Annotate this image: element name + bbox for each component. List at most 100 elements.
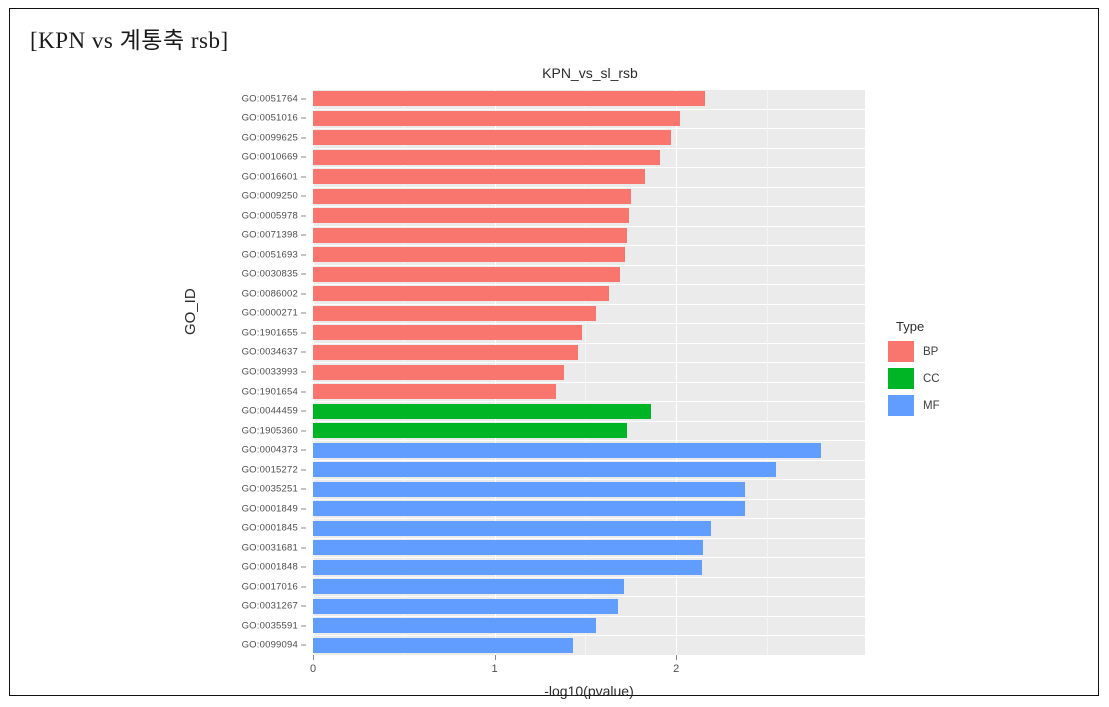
gridline-horizontal (313, 186, 865, 188)
bar (313, 208, 629, 224)
x-axis-tick-mark (494, 655, 496, 660)
y-axis-tick-mark (301, 293, 306, 295)
bar (313, 130, 671, 146)
y-axis-tick-label: GO:0030835 (241, 268, 298, 280)
legend-entries: BP CC MF (888, 341, 1008, 416)
y-axis-tick-label: GO:0051693 (241, 249, 298, 261)
y-axis-tick-mark (301, 234, 306, 236)
figure-box: [KPN vs 계통축 rsb] KPN_vs_sl_rsb GO_ID GO:… (9, 8, 1099, 699)
bar (313, 169, 646, 185)
gridline-horizontal (313, 128, 865, 130)
y-axis-tick-label: GO:1901655 (241, 327, 298, 339)
bar (313, 384, 557, 400)
bar (313, 188, 631, 204)
legend: Type BP CC MF (888, 319, 1008, 422)
y-axis-tick-label: GO:0033993 (241, 366, 298, 378)
legend-label: CC (923, 372, 940, 385)
y-axis-tick-mark (301, 527, 306, 529)
chart-panel (313, 89, 865, 655)
gridline-horizontal (313, 303, 865, 305)
gridline-horizontal (313, 381, 865, 383)
y-axis-tick-mark (301, 215, 306, 217)
bar (313, 266, 620, 282)
gridline-horizontal (313, 342, 865, 344)
x-axis-tick-labels: 0 1 2 (310, 655, 865, 685)
y-axis-tick-mark (301, 625, 306, 627)
y-axis-tick-mark (301, 156, 306, 158)
y-axis-tick-mark (301, 312, 306, 314)
y-axis-tick-label: GO:1905360 (241, 425, 298, 437)
gridline-horizontal (313, 108, 865, 110)
gridline-horizontal (313, 147, 865, 149)
y-axis-tick-mark (301, 410, 306, 412)
legend-color-swatch (888, 395, 914, 416)
y-axis-tick-mark (301, 430, 306, 432)
y-axis-tick-mark (301, 566, 306, 568)
y-axis-tick-label: GO:0009250 (241, 190, 298, 202)
bar (313, 364, 564, 380)
y-axis-tick-mark (301, 488, 306, 490)
x-axis-tick-label: 2 (673, 663, 680, 675)
y-axis-tick-mark (301, 351, 306, 353)
gridline-horizontal (313, 440, 865, 442)
gridline-horizontal (313, 420, 865, 422)
bar (313, 247, 626, 263)
bar (313, 286, 609, 302)
y-axis-tick-label: GO:1901654 (241, 386, 298, 398)
gridline-horizontal (313, 596, 865, 598)
gridline-horizontal (313, 323, 865, 325)
chart-title: KPN_vs_sl_rsb (542, 65, 638, 81)
gridline-horizontal (313, 264, 865, 266)
legend-entry: CC (888, 368, 1008, 389)
gridline-horizontal (313, 284, 865, 286)
y-axis-tick-label: GO:0099625 (241, 132, 298, 144)
gridline-horizontal (313, 635, 865, 637)
y-axis-tick-mark (301, 605, 306, 607)
bar (313, 423, 628, 439)
gridline-horizontal (313, 557, 865, 559)
bar (313, 149, 660, 165)
gridline-horizontal (313, 576, 865, 578)
legend-title: Type (896, 319, 925, 334)
y-axis-tick-mark (301, 98, 306, 100)
y-axis-tick-label: GO:0000271 (241, 307, 298, 319)
plot-area: KPN_vs_sl_rsb GO_ID GO:0051764 GO:0051016… (170, 57, 1030, 699)
bar (313, 520, 711, 536)
y-axis-tick-label: GO:0005978 (241, 210, 298, 222)
gridline-horizontal (313, 89, 865, 90)
y-axis-tick-mark (301, 137, 306, 139)
x-axis-tick-mark (313, 655, 314, 660)
y-axis-tick-label: GO:0031681 (241, 542, 298, 554)
legend-color-swatch (888, 368, 914, 389)
y-axis-tick-mark (301, 449, 306, 451)
bar (313, 618, 597, 634)
bar (313, 227, 628, 243)
y-axis-tick-mark (301, 176, 306, 178)
bar (313, 598, 619, 614)
gridline-horizontal (313, 498, 865, 500)
gridline-horizontal (313, 459, 865, 461)
bar (313, 559, 702, 575)
y-axis-tick-label: GO:0099094 (241, 639, 298, 651)
bar (313, 91, 706, 107)
bar (313, 442, 822, 458)
bar (313, 305, 597, 321)
y-axis-tick-mark (301, 332, 306, 334)
x-axis-title: -log10(pvalue) (544, 683, 634, 699)
gridline-horizontal (313, 518, 865, 520)
y-axis-tick-label: GO:0001848 (241, 561, 298, 573)
legend-entry: MF (888, 395, 1008, 416)
screenshot-root: [KPN vs 계통축 rsb] KPN_vs_sl_rsb GO_ID GO:… (0, 0, 1109, 707)
x-axis-tick-label: 1 (491, 663, 498, 675)
bar (313, 501, 746, 517)
gridline-horizontal (313, 537, 865, 539)
gridline-horizontal (313, 225, 865, 227)
gridline-horizontal (313, 167, 865, 169)
y-axis-tick-mark (301, 254, 306, 256)
gridline-horizontal (313, 362, 865, 364)
y-axis-tick-label: GO:0051764 (241, 93, 298, 105)
y-axis-tick-label: GO:0071398 (241, 229, 298, 241)
legend-color-swatch (888, 341, 914, 362)
y-axis-tick-mark (301, 644, 306, 646)
figure-caption: [KPN vs 계통축 rsb] (30, 28, 229, 53)
